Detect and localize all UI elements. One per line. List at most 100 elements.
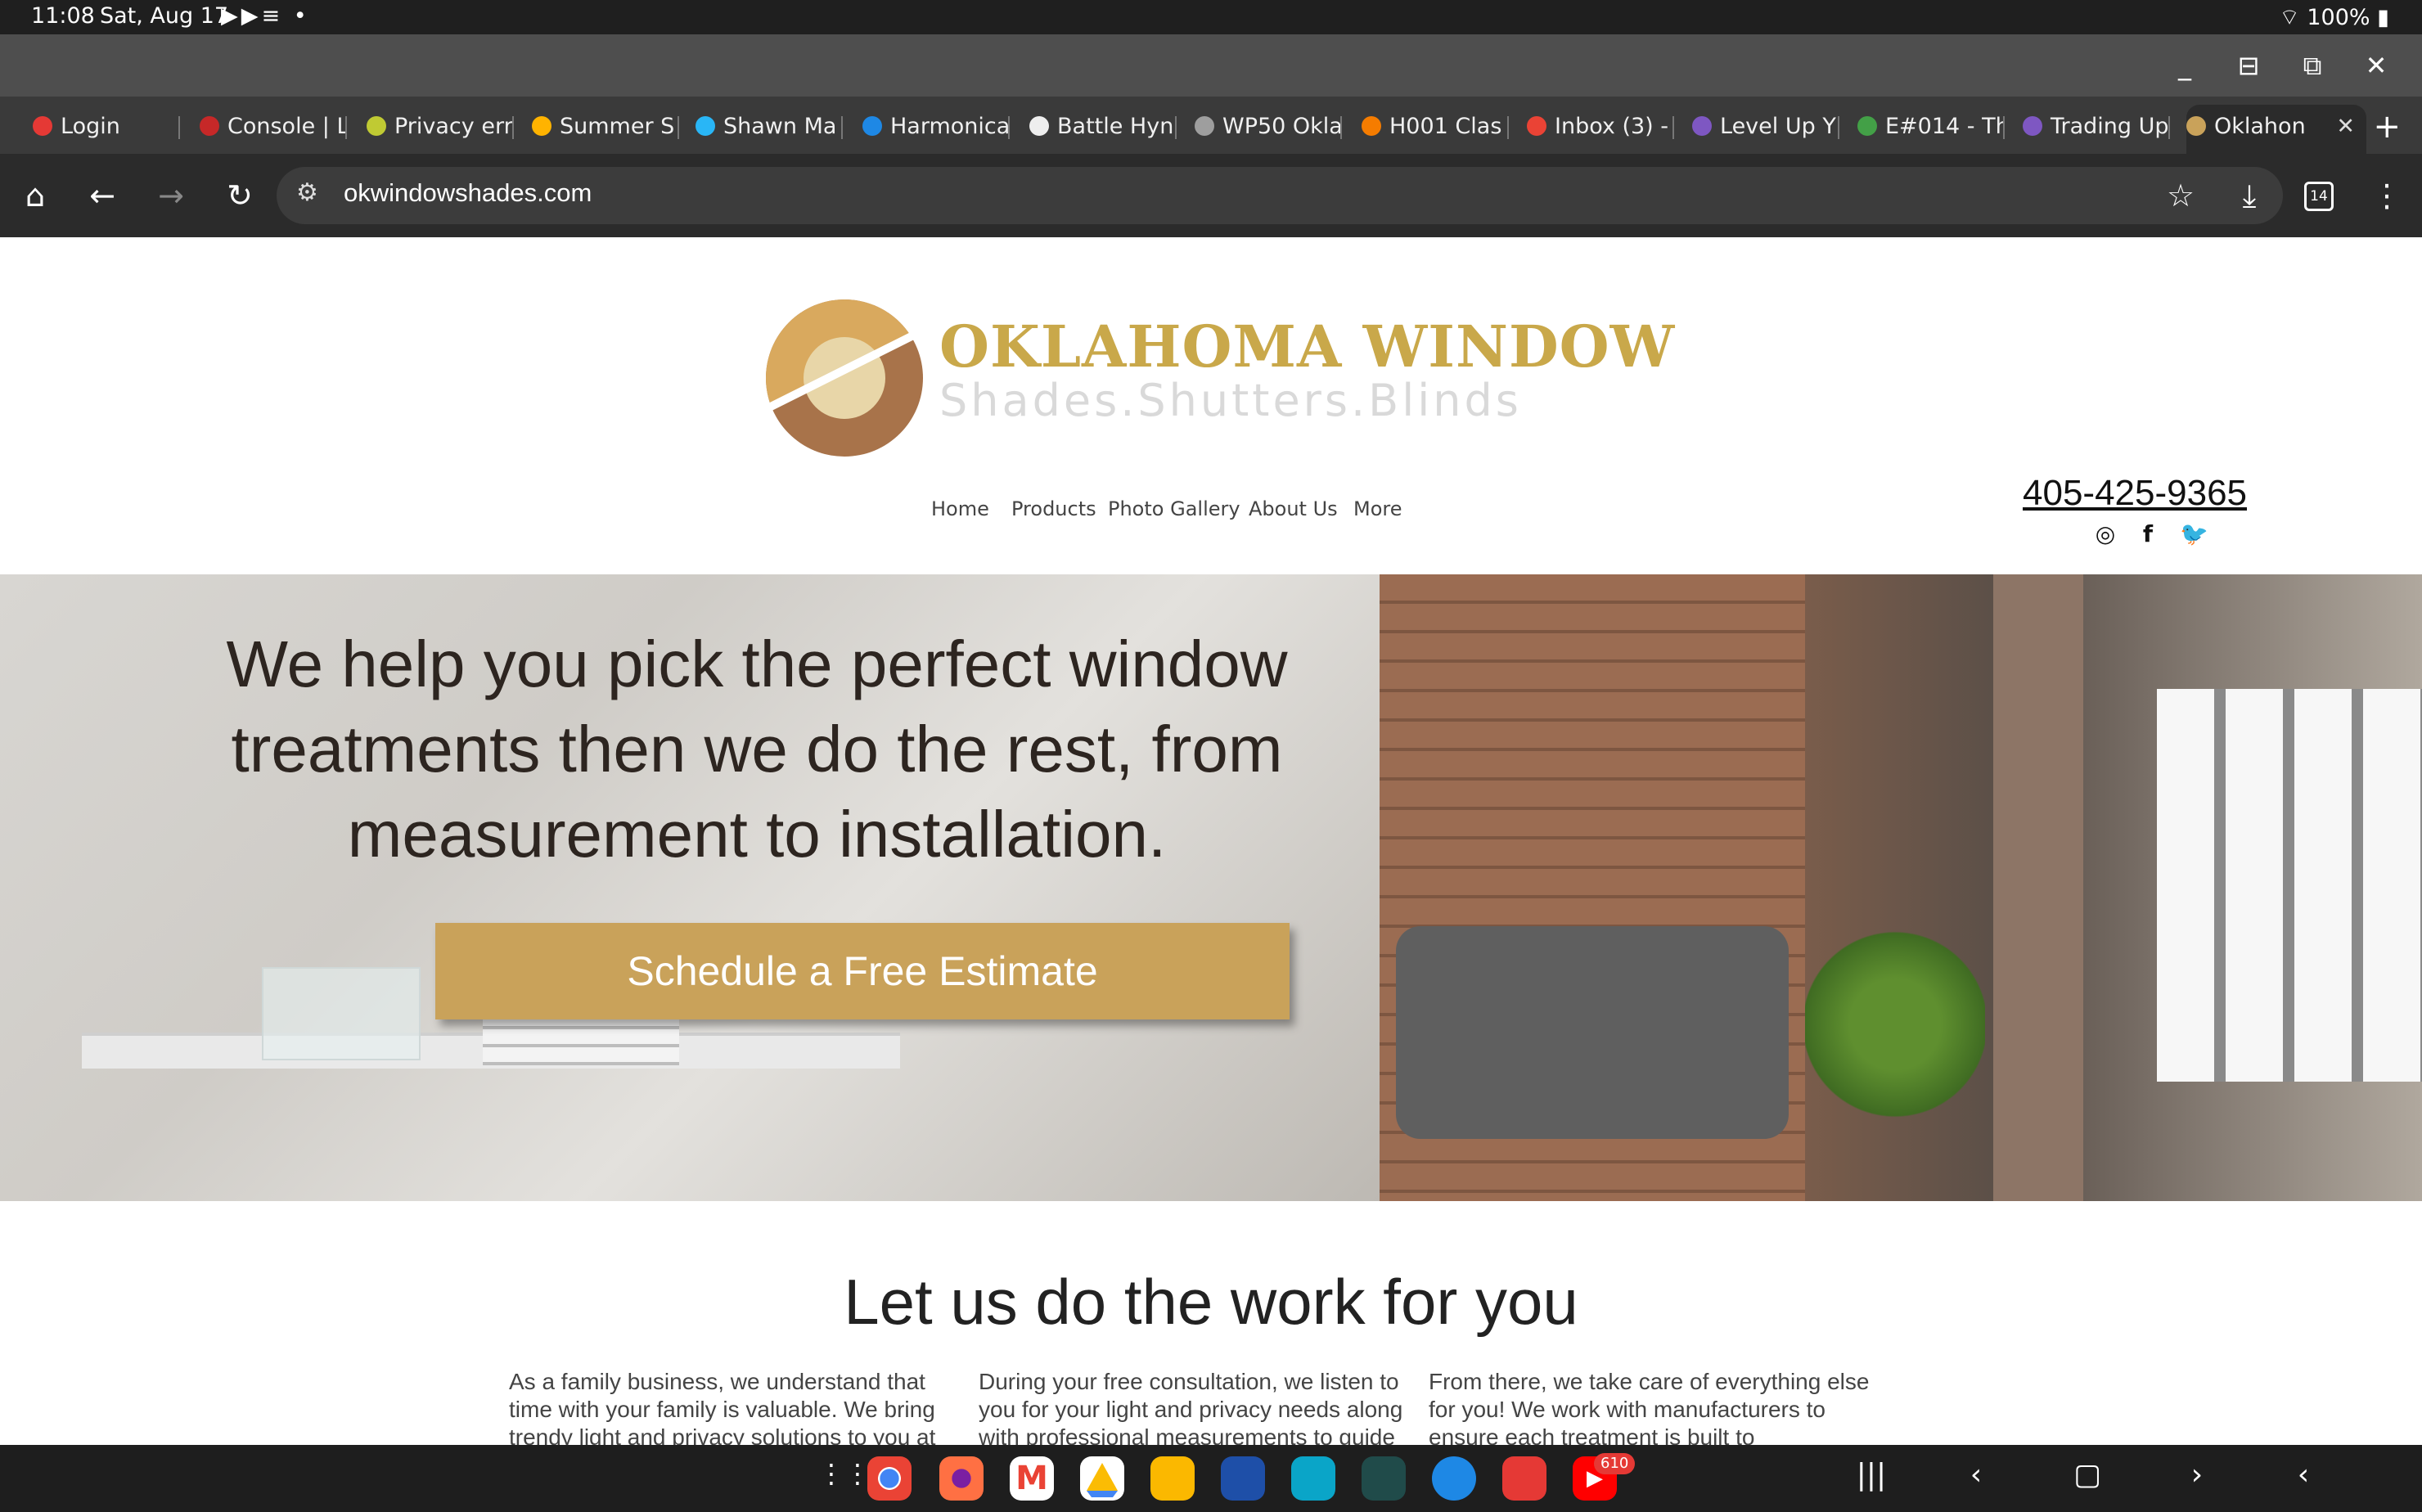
- pop-up-view-icon[interactable]: ⧉: [2296, 49, 2329, 82]
- battery-level: 100%: [2307, 5, 2370, 30]
- intro-column-3: From there, we take care of everything e…: [1429, 1369, 1870, 1445]
- tab-label: Privacy err: [394, 114, 513, 139]
- paw-app-icon[interactable]: [1362, 1456, 1406, 1501]
- tab-favicon-icon: [2186, 115, 2206, 136]
- browser-tab[interactable]: Oklahon ✕: [2186, 105, 2366, 154]
- back-icon[interactable]: ←: [82, 175, 123, 216]
- home-button[interactable]: ▢: [2067, 1458, 2108, 1492]
- reader-app-icon[interactable]: [1291, 1456, 1335, 1501]
- reload-icon[interactable]: ↻: [219, 175, 260, 216]
- browser-tab[interactable]: WP50 Okla: [1195, 105, 1342, 149]
- new-tab-button[interactable]: +: [2373, 105, 2401, 149]
- address-bar[interactable]: ⚙ okwindowshades.com: [277, 167, 2283, 224]
- intro-column-1: As a family business, we understand that…: [509, 1369, 936, 1445]
- window-caption-bar: _ ⊟ ⧉ ✕: [0, 34, 2422, 97]
- tab-label: E#014 - Th: [1885, 114, 2005, 139]
- tab-label: Login: [61, 114, 120, 139]
- browser-tab[interactable]: Shawn Ma: [696, 105, 843, 149]
- tab-separator: [512, 116, 514, 139]
- tab-favicon-icon: [1029, 115, 1049, 136]
- app-drawer-icon[interactable]: ⋮⋮: [818, 1458, 871, 1489]
- taskbar-back-icon[interactable]: ‹: [1956, 1458, 1997, 1492]
- wifi-icon: ⌔: [2279, 5, 2307, 30]
- tab-separator: [1672, 116, 1674, 139]
- browser-tab[interactable]: H001 Clas: [1362, 105, 1509, 149]
- nav-products[interactable]: Products: [1011, 497, 1096, 520]
- browser-tab[interactable]: Inbox (3) -: [1527, 105, 1674, 149]
- browser-tab[interactable]: Summer S: [532, 105, 679, 149]
- youtube-notification-badge: 610: [1594, 1453, 1636, 1474]
- taskbar-forward-icon[interactable]: ›: [2177, 1458, 2217, 1492]
- calendar-app-icon[interactable]: [1221, 1456, 1265, 1501]
- site-settings-icon[interactable]: ⚙: [296, 178, 318, 207]
- tab-favicon-icon: [200, 115, 219, 136]
- tab-strip: + Login Console | L Privacy err Summer S Sha…: [0, 97, 2422, 154]
- forward-icon[interactable]: →: [151, 175, 191, 216]
- system-status-bar: 11:08 Sat, Aug 17 ▶▶≡ • ⌔ 100% ▮: [0, 0, 2422, 34]
- nav-photo-gallery[interactable]: Photo Gallery: [1108, 497, 1240, 520]
- browser-tab[interactable]: Console | L: [200, 105, 347, 149]
- tab-separator: [1838, 116, 1839, 139]
- minimize-icon[interactable]: _: [2168, 49, 2201, 82]
- browser-tab[interactable]: Level Up Y: [1692, 105, 1839, 149]
- drive-app-icon[interactable]: [1080, 1456, 1124, 1501]
- tab-favicon-icon: [862, 115, 882, 136]
- menu-kebab-icon[interactable]: ⋮: [2366, 175, 2407, 216]
- column-illustration: [1993, 574, 2083, 1201]
- battery-icon: ▮: [2377, 5, 2389, 30]
- tab-switcher-button[interactable]: 14: [2304, 182, 2334, 211]
- browser-tab[interactable]: Harmonica: [862, 105, 1010, 149]
- tab-label: Harmonica: [890, 114, 1010, 139]
- close-window-icon[interactable]: ✕: [2360, 49, 2393, 82]
- phone-link[interactable]: 405-425-9365: [2023, 473, 2247, 514]
- schedule-estimate-button[interactable]: Schedule a Free Estimate: [435, 923, 1290, 1019]
- twitter-icon[interactable]: 🐦: [2180, 520, 2208, 547]
- home-icon[interactable]: ⌂: [15, 175, 56, 216]
- split-view-icon[interactable]: ⊟: [2232, 49, 2265, 82]
- tab-favicon-icon: [1362, 115, 1381, 136]
- tab-favicon-icon: [2023, 115, 2042, 136]
- hero-headline: We help you pick the perfect window trea…: [226, 628, 1288, 871]
- tab-separator: [345, 116, 347, 139]
- url-text[interactable]: okwindowshades.com: [344, 178, 592, 208]
- chrome-app-icon[interactable]: [867, 1456, 912, 1501]
- tab-separator: [678, 116, 679, 139]
- sofa-illustration: [1396, 926, 1789, 1139]
- close-tab-icon[interactable]: ✕: [2336, 105, 2355, 149]
- tab-separator: [2003, 116, 2005, 139]
- browser-tab[interactable]: Login: [33, 105, 180, 149]
- messages-app-icon[interactable]: [1432, 1456, 1476, 1501]
- download-icon[interactable]: ⤓: [2229, 175, 2270, 216]
- tab-label: Level Up Y: [1720, 114, 1836, 139]
- my-files-app-icon[interactable]: [1150, 1456, 1195, 1501]
- tab-favicon-icon: [1195, 115, 1214, 136]
- logo-title[interactable]: OKLAHOMA WINDOW: [939, 313, 1675, 380]
- tab-label: Console | L: [227, 114, 347, 139]
- browser-tab[interactable]: Trading Up: [2023, 105, 2170, 149]
- tab-favicon-icon: [33, 115, 52, 136]
- tab-favicon-icon: [367, 115, 386, 136]
- firefox-app-icon[interactable]: [939, 1456, 984, 1501]
- web-page: OKLAHOMA WINDOW Shades.Shutters.Blinds H…: [0, 237, 2422, 1445]
- instagram-icon[interactable]: ◎: [2093, 520, 2118, 547]
- nav-home[interactable]: Home: [931, 497, 989, 520]
- nav-more[interactable]: More: [1353, 497, 1402, 520]
- tab-label: Trading Up: [2051, 114, 2169, 139]
- tab-separator: [841, 116, 843, 139]
- facebook-icon[interactable]: f: [2136, 520, 2160, 547]
- system-back-icon[interactable]: ‹: [2283, 1458, 2324, 1492]
- tab-label: WP50 Okla: [1222, 114, 1342, 139]
- browser-toolbar: ⌂ ← → ↻ ⚙ okwindowshades.com ☆ ⤓ 14 ⋮: [0, 154, 2422, 237]
- tab-favicon-icon: [532, 115, 551, 136]
- game-app-icon[interactable]: [1502, 1456, 1546, 1501]
- browser-tab[interactable]: E#014 - Th: [1857, 105, 2005, 149]
- browser-tab[interactable]: Privacy err: [367, 105, 514, 149]
- gmail-app-icon[interactable]: M: [1010, 1456, 1054, 1501]
- logo-subtitle: Shades.Shutters.Blinds: [939, 375, 1522, 426]
- nav-about-us[interactable]: About Us: [1249, 497, 1338, 520]
- bookmark-star-icon[interactable]: ☆: [2160, 175, 2201, 216]
- intro-column-2: During your free consultation, we listen…: [979, 1369, 1403, 1445]
- recents-button[interactable]: |||: [1851, 1458, 1892, 1492]
- browser-tab[interactable]: Battle Hyn: [1029, 105, 1177, 149]
- system-taskbar: ⋮⋮ M ▶ 610 ||| ‹ ▢ › ‹: [0, 1445, 2422, 1512]
